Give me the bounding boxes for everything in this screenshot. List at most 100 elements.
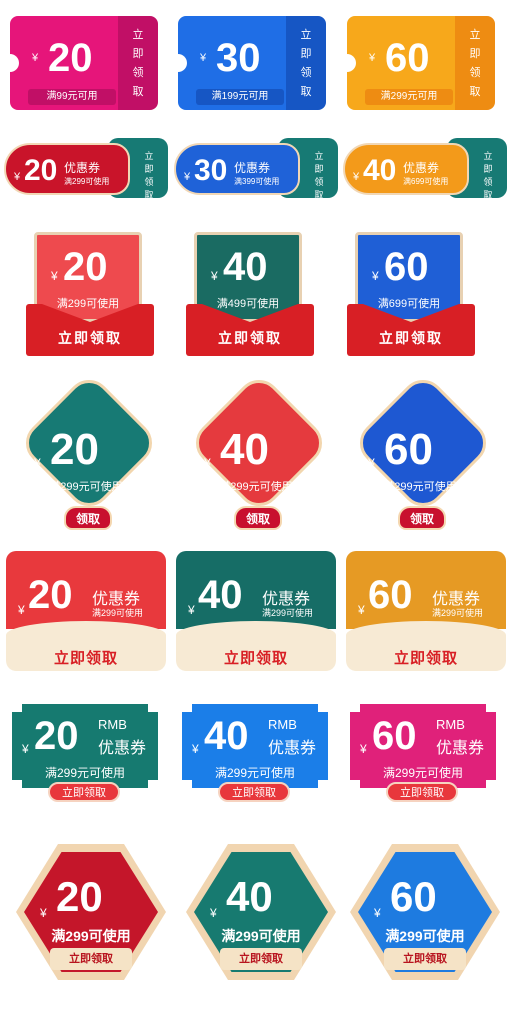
coupon-amount: 60: [385, 36, 430, 80]
claim-tab[interactable]: 立 即 领 取: [286, 16, 326, 110]
diamond-coupon-2[interactable]: ¥ 40 满299元可使用 领取: [182, 370, 332, 530]
envelope-coupon-3[interactable]: ¥ 60 满699可使用 立即领取: [347, 232, 475, 358]
currency-symbol: ¥: [369, 52, 376, 64]
ticket-coupon-3[interactable]: 立 即 领 取 ¥ 60 满299元可用: [347, 16, 495, 110]
envelope-coupon-1[interactable]: ¥ 20 满299可使用 立即领取: [26, 232, 154, 358]
coupon-condition: 满299元可使用: [49, 481, 123, 493]
claim-tab[interactable]: 立 即 领 取: [118, 16, 158, 110]
currency-symbol: ¥: [210, 906, 217, 920]
claim-char: 立: [300, 29, 312, 41]
claim-button[interactable]: 立即领取: [347, 328, 475, 348]
coupon-amount: 40: [223, 245, 268, 289]
coupon-amount: 60: [390, 873, 437, 920]
coupon-amount: 20: [48, 36, 93, 80]
coupon-amount: 30: [216, 36, 261, 80]
currency-symbol: ¥: [372, 269, 379, 283]
coupon-amount: 20: [28, 573, 73, 617]
coupon-condition: 满299可使用: [432, 608, 484, 618]
coupon-unit: RMB: [436, 717, 465, 732]
claim-char: 取: [132, 86, 144, 98]
coupon-body: ¥ 20 优惠券 满299可使用: [4, 143, 130, 195]
hexagon-coupon-3[interactable]: ¥ 60 满299可使用 立即领取: [350, 838, 500, 986]
coupon-condition: 满699可使用: [403, 177, 449, 186]
coupon-amount: 40: [363, 154, 397, 187]
coupon-label: 优惠券: [234, 161, 271, 175]
claim-button[interactable]: 立即领取: [386, 782, 458, 802]
coupon-amount: 60: [368, 573, 413, 617]
coupon-label: 优惠券: [64, 161, 101, 175]
stamp-coupon-2[interactable]: ¥ 40 RMB 优惠券 满299元可使用 立即领取: [182, 704, 328, 804]
coupon-label: 优惠券: [403, 161, 440, 175]
coupon-amount: 40: [204, 714, 249, 758]
claim-button[interactable]: 立即领取: [220, 948, 302, 970]
coupon-label: 优惠券: [436, 740, 485, 757]
ticket-coupon-1[interactable]: 立 即 领 取 ¥ 20 满99元可用: [10, 16, 158, 110]
pill-coupon-3[interactable]: 立 即 领 取 ¥ 40 优惠券 满699可使用: [343, 133, 509, 203]
pill-coupon-1[interactable]: 立 即 领 取 ¥ 20 优惠券 满299可使用: [4, 133, 170, 203]
claim-char: 领: [469, 67, 481, 79]
coupon-label: 优惠券: [98, 740, 147, 757]
coupon-condition: 满299可使用: [385, 928, 465, 944]
coupon-body: ¥ 40 优惠券 满699可使用: [343, 143, 469, 195]
currency-symbol: ¥: [32, 52, 39, 64]
claim-button[interactable]: 立即领取: [346, 647, 506, 668]
claim-button[interactable]: 立即领取: [48, 782, 120, 802]
coupon-condition: 满299元可使用: [44, 766, 126, 780]
claim-tab[interactable]: 立 即 领 取: [455, 16, 495, 110]
tray-coupon-1[interactable]: ¥ 20 优惠券 满299可使用 立即领取: [6, 551, 166, 671]
claim-button[interactable]: 领取: [398, 506, 446, 530]
coupon-body: ¥ 30 优惠券 满399可使用: [174, 143, 300, 195]
coupon-condition: 满299可使用: [262, 608, 314, 618]
claim-button[interactable]: 立即领取: [218, 782, 290, 802]
coupon-amount: 40: [198, 573, 243, 617]
envelope-coupon-2[interactable]: ¥ 40 满499可使用 立即领取: [186, 232, 314, 358]
currency-symbol: ¥: [211, 269, 218, 283]
coupon-amount: 30: [194, 154, 228, 187]
coupon-condition: 满299可使用: [51, 928, 131, 944]
coupon-condition: 满399可使用: [234, 177, 280, 186]
claim-char: 即: [132, 48, 144, 60]
currency-symbol: ¥: [40, 906, 47, 920]
currency-symbol: ¥: [14, 171, 21, 183]
currency-symbol: ¥: [353, 171, 360, 183]
claim-button[interactable]: 立即领取: [26, 328, 154, 348]
diamond-coupon-3[interactable]: ¥ 60 满299元可使用 领取: [346, 370, 496, 530]
currency-symbol: ¥: [18, 603, 25, 617]
currency-symbol: ¥: [360, 742, 367, 756]
coupon-condition: 满199元可用: [196, 89, 284, 105]
claim-button[interactable]: 立即领取: [176, 647, 336, 668]
hexagon-coupon-1[interactable]: ¥ 20 满299可使用 立即领取: [16, 838, 166, 986]
ticket-coupon-2[interactable]: 立 即 领 取 ¥ 30 满199元可用: [178, 16, 326, 110]
coupon-label: 优惠券: [268, 740, 317, 757]
currency-symbol: ¥: [51, 269, 58, 283]
tray-coupon-3[interactable]: ¥ 60 优惠券 满299可使用 立即领取: [346, 551, 506, 671]
claim-char: 领: [132, 67, 144, 79]
claim-button[interactable]: 领取: [64, 506, 112, 530]
diamond-coupon-1[interactable]: ¥ 20 满299元可使用 领取: [12, 370, 162, 530]
claim-char: 立: [132, 29, 144, 41]
claim-button[interactable]: 立即领取: [384, 948, 466, 970]
currency-symbol: ¥: [358, 603, 365, 617]
coupon-amount: 20: [34, 714, 79, 758]
claim-button[interactable]: 立即领取: [186, 328, 314, 348]
claim-button[interactable]: 立即领取: [6, 647, 166, 668]
tray-coupon-2[interactable]: ¥ 40 优惠券 满299可使用 立即领取: [176, 551, 336, 671]
currency-symbol: ¥: [192, 742, 199, 756]
claim-char: 取: [300, 86, 312, 98]
coupon-condition: 满299元可使用: [383, 481, 457, 493]
coupon-condition: 满299元可使用: [219, 481, 293, 493]
currency-symbol: ¥: [200, 52, 207, 64]
currency-symbol: ¥: [188, 603, 195, 617]
stamp-coupon-1[interactable]: ¥ 20 RMB 优惠券 满299元可使用 立即领取: [12, 704, 158, 804]
currency-symbol: ¥: [204, 456, 211, 470]
coupon-condition: 满299元可用: [365, 89, 453, 105]
coupon-condition: 满99元可用: [28, 89, 116, 105]
pill-coupon-2[interactable]: 立 即 领 取 ¥ 30 优惠券 满399可使用: [174, 133, 340, 203]
claim-button[interactable]: 领取: [234, 506, 282, 530]
hexagon-coupon-2[interactable]: ¥ 40 满299可使用 立即领取: [186, 838, 336, 986]
claim-char: 领: [300, 67, 312, 79]
stamp-coupon-3[interactable]: ¥ 60 RMB 优惠券 满299元可使用 立即领取: [350, 704, 496, 804]
claim-button[interactable]: 立即领取: [50, 948, 132, 970]
currency-symbol: ¥: [22, 742, 29, 756]
claim-char: 即: [300, 48, 312, 60]
